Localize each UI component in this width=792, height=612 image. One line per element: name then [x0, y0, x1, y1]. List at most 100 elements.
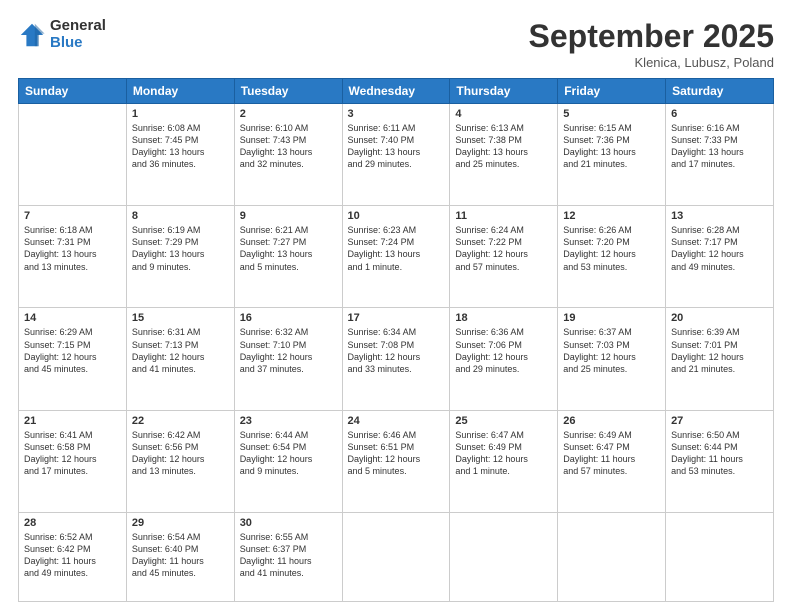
- col-saturday: Saturday: [666, 79, 774, 104]
- logo-text: General Blue: [50, 18, 106, 51]
- cell-daylight-info: Sunrise: 6:32 AM Sunset: 7:10 PM Dayligh…: [240, 326, 337, 375]
- day-number: 13: [671, 210, 768, 222]
- cell-daylight-info: Sunrise: 6:23 AM Sunset: 7:24 PM Dayligh…: [348, 224, 445, 273]
- table-row: 20 Sunrise: 6:39 AM Sunset: 7:01 PM Dayli…: [666, 308, 774, 410]
- day-number: 2: [240, 108, 337, 120]
- table-row: 3Sunrise: 6:11 AM Sunset: 7:40 PM Daylig…: [342, 104, 450, 206]
- table-row: [558, 512, 666, 601]
- day-number: 20: [671, 312, 768, 324]
- cell-daylight-info: Sunrise: 6:41 AM Sunset: 6:58 PM Dayligh…: [24, 429, 121, 478]
- table-row: 29Sunrise: 6:54 AM Sunset: 6:40 PM Dayli…: [126, 512, 234, 601]
- day-number: 4: [455, 108, 552, 120]
- table-row: 13 Sunrise: 6:28 AM Sunset: 7:17 PM Dayli…: [666, 206, 774, 308]
- cell-daylight-info: Sunrise: 6:50 AM Sunset: 6:44 PM Dayligh…: [671, 429, 768, 478]
- cell-daylight-info: Sunrise: 6:16 AM Sunset: 7:33 PM Dayligh…: [671, 122, 768, 171]
- table-row: 27 Sunrise: 6:50 AM Sunset: 6:44 PM Dayli…: [666, 410, 774, 512]
- cell-daylight-info: Sunrise: 6:28 AM Sunset: 7:17 PM Dayligh…: [671, 224, 768, 273]
- logo-general-text: General: [50, 18, 106, 35]
- day-number: 19: [563, 312, 660, 324]
- day-number: 7: [24, 210, 121, 222]
- table-row: 9 Sunrise: 6:21 AM Sunset: 7:27 PM Daylig…: [234, 206, 342, 308]
- table-row: 24 Sunrise: 6:46 AM Sunset: 6:51 PM Dayli…: [342, 410, 450, 512]
- cell-daylight-info: Sunrise: 6:10 AM Sunset: 7:43 PM Dayligh…: [240, 122, 337, 171]
- table-row: [19, 104, 127, 206]
- day-number: 11: [455, 210, 552, 222]
- table-row: 12 Sunrise: 6:26 AM Sunset: 7:20 PM Dayli…: [558, 206, 666, 308]
- header: General Blue September 2025 Klenica, Lub…: [18, 18, 774, 70]
- cell-daylight-info: Sunrise: 6:46 AM Sunset: 6:51 PM Dayligh…: [348, 429, 445, 478]
- table-row: [666, 512, 774, 601]
- table-row: 16 Sunrise: 6:32 AM Sunset: 7:10 PM Dayli…: [234, 308, 342, 410]
- day-number: 28: [24, 517, 121, 529]
- day-number: 9: [240, 210, 337, 222]
- table-row: 4 Sunrise: 6:13 AM Sunset: 7:38 PM Daylig…: [450, 104, 558, 206]
- cell-daylight-info: Sunrise: 6:55 AM Sunset: 6:37 PM Dayligh…: [240, 531, 337, 580]
- calendar-week-row-2: 14Sunrise: 6:29 AM Sunset: 7:15 PM Dayli…: [19, 308, 774, 410]
- table-row: 18 Sunrise: 6:36 AM Sunset: 7:06 PM Dayli…: [450, 308, 558, 410]
- col-monday: Monday: [126, 79, 234, 104]
- title-month: September 2025: [529, 18, 774, 55]
- col-thursday: Thursday: [450, 79, 558, 104]
- day-number: 26: [563, 415, 660, 427]
- day-number: 17: [348, 312, 445, 324]
- day-number: 22: [132, 415, 229, 427]
- cell-daylight-info: Sunrise: 6:24 AM Sunset: 7:22 PM Dayligh…: [455, 224, 552, 273]
- table-row: [342, 512, 450, 601]
- cell-daylight-info: Sunrise: 6:39 AM Sunset: 7:01 PM Dayligh…: [671, 326, 768, 375]
- cell-daylight-info: Sunrise: 6:49 AM Sunset: 6:47 PM Dayligh…: [563, 429, 660, 478]
- cell-daylight-info: Sunrise: 6:34 AM Sunset: 7:08 PM Dayligh…: [348, 326, 445, 375]
- table-row: 15Sunrise: 6:31 AM Sunset: 7:13 PM Dayli…: [126, 308, 234, 410]
- day-number: 15: [132, 312, 229, 324]
- cell-daylight-info: Sunrise: 6:26 AM Sunset: 7:20 PM Dayligh…: [563, 224, 660, 273]
- calendar-week-row-0: 1Sunrise: 6:08 AM Sunset: 7:45 PM Daylig…: [19, 104, 774, 206]
- table-row: 30 Sunrise: 6:55 AM Sunset: 6:37 PM Dayli…: [234, 512, 342, 601]
- cell-daylight-info: Sunrise: 6:21 AM Sunset: 7:27 PM Dayligh…: [240, 224, 337, 273]
- table-row: 5Sunrise: 6:15 AM Sunset: 7:36 PM Daylig…: [558, 104, 666, 206]
- table-row: 28 Sunrise: 6:52 AM Sunset: 6:42 PM Dayli…: [19, 512, 127, 601]
- col-sunday: Sunday: [19, 79, 127, 104]
- col-friday: Friday: [558, 79, 666, 104]
- day-number: 18: [455, 312, 552, 324]
- table-row: 17 Sunrise: 6:34 AM Sunset: 7:08 PM Dayli…: [342, 308, 450, 410]
- table-row: 19Sunrise: 6:37 AM Sunset: 7:03 PM Dayli…: [558, 308, 666, 410]
- day-number: 21: [24, 415, 121, 427]
- day-number: 24: [348, 415, 445, 427]
- table-row: 26 Sunrise: 6:49 AM Sunset: 6:47 PM Dayli…: [558, 410, 666, 512]
- table-row: 10 Sunrise: 6:23 AM Sunset: 7:24 PM Dayli…: [342, 206, 450, 308]
- cell-daylight-info: Sunrise: 6:08 AM Sunset: 7:45 PM Dayligh…: [132, 122, 229, 171]
- logo: General Blue: [18, 18, 106, 51]
- cell-daylight-info: Sunrise: 6:47 AM Sunset: 6:49 PM Dayligh…: [455, 429, 552, 478]
- day-number: 10: [348, 210, 445, 222]
- table-row: 7Sunrise: 6:18 AM Sunset: 7:31 PM Daylig…: [19, 206, 127, 308]
- day-number: 25: [455, 415, 552, 427]
- cell-daylight-info: Sunrise: 6:36 AM Sunset: 7:06 PM Dayligh…: [455, 326, 552, 375]
- table-row: 2 Sunrise: 6:10 AM Sunset: 7:43 PM Daylig…: [234, 104, 342, 206]
- day-number: 23: [240, 415, 337, 427]
- day-number: 12: [563, 210, 660, 222]
- page: General Blue September 2025 Klenica, Lub…: [0, 0, 792, 612]
- title-location: Klenica, Lubusz, Poland: [529, 55, 774, 70]
- table-row: 6 Sunrise: 6:16 AM Sunset: 7:33 PM Daylig…: [666, 104, 774, 206]
- calendar-header-row: Sunday Monday Tuesday Wednesday Thursday…: [19, 79, 774, 104]
- cell-daylight-info: Sunrise: 6:52 AM Sunset: 6:42 PM Dayligh…: [24, 531, 121, 580]
- day-number: 29: [132, 517, 229, 529]
- day-number: 16: [240, 312, 337, 324]
- day-number: 30: [240, 517, 337, 529]
- calendar-table: Sunday Monday Tuesday Wednesday Thursday…: [18, 78, 774, 602]
- table-row: 8Sunrise: 6:19 AM Sunset: 7:29 PM Daylig…: [126, 206, 234, 308]
- table-row: 11 Sunrise: 6:24 AM Sunset: 7:22 PM Dayli…: [450, 206, 558, 308]
- day-number: 3: [348, 108, 445, 120]
- cell-daylight-info: Sunrise: 6:15 AM Sunset: 7:36 PM Dayligh…: [563, 122, 660, 171]
- col-tuesday: Tuesday: [234, 79, 342, 104]
- cell-daylight-info: Sunrise: 6:13 AM Sunset: 7:38 PM Dayligh…: [455, 122, 552, 171]
- table-row: 22Sunrise: 6:42 AM Sunset: 6:56 PM Dayli…: [126, 410, 234, 512]
- cell-daylight-info: Sunrise: 6:44 AM Sunset: 6:54 PM Dayligh…: [240, 429, 337, 478]
- calendar-week-row-4: 28 Sunrise: 6:52 AM Sunset: 6:42 PM Dayli…: [19, 512, 774, 601]
- logo-icon: [18, 21, 46, 49]
- cell-daylight-info: Sunrise: 6:19 AM Sunset: 7:29 PM Dayligh…: [132, 224, 229, 273]
- table-row: 14Sunrise: 6:29 AM Sunset: 7:15 PM Dayli…: [19, 308, 127, 410]
- day-number: 27: [671, 415, 768, 427]
- day-number: 14: [24, 312, 121, 324]
- table-row: 25 Sunrise: 6:47 AM Sunset: 6:49 PM Dayli…: [450, 410, 558, 512]
- day-number: 6: [671, 108, 768, 120]
